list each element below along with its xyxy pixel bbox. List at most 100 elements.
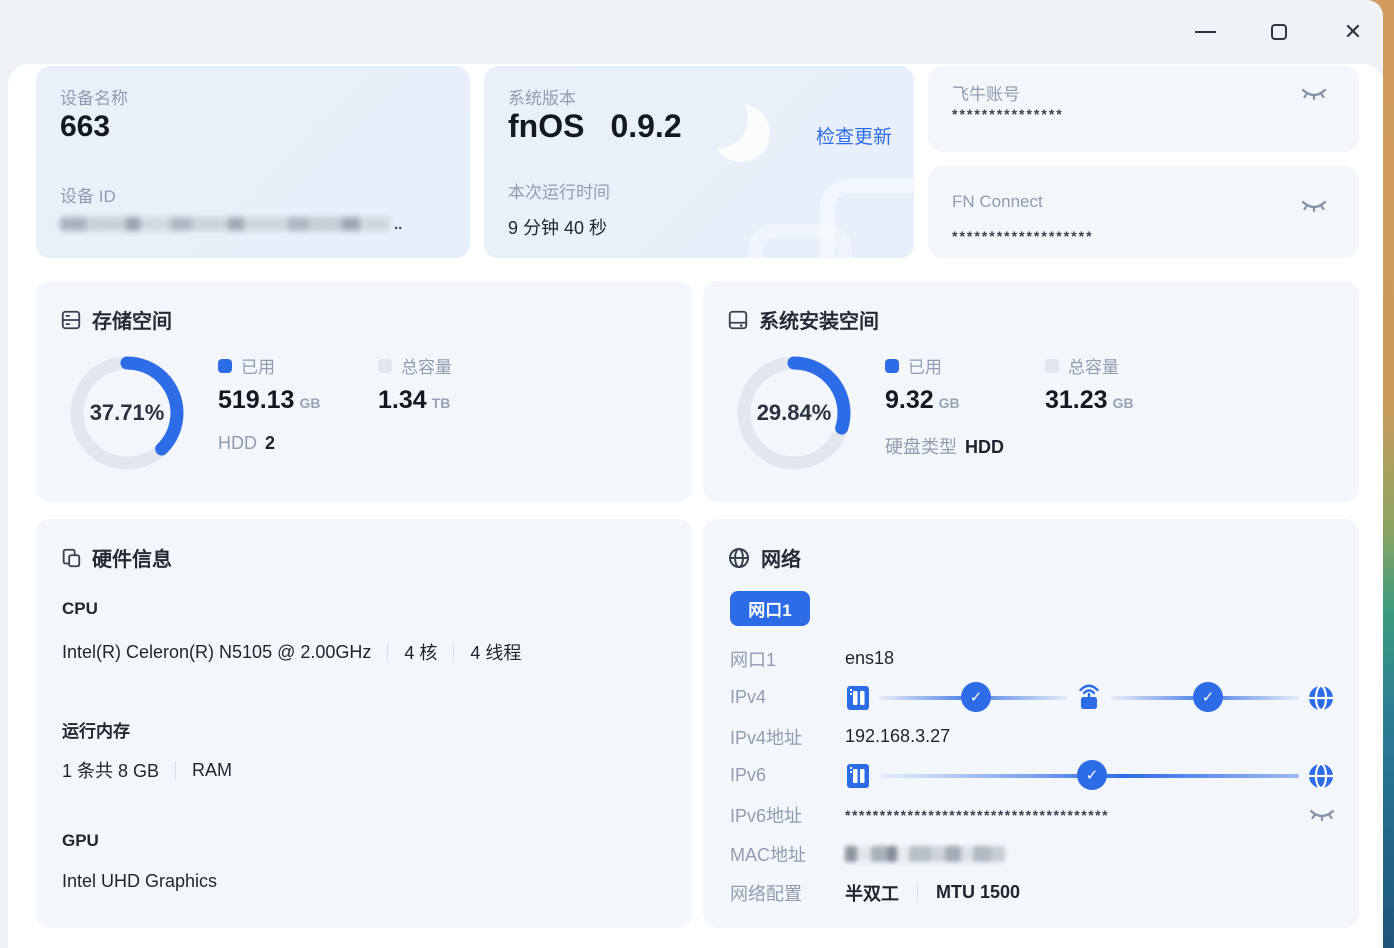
used-legend-swatch <box>885 358 899 373</box>
mac-address-row: MAC地址 <box>730 834 1335 873</box>
network-card: 网络 网口1 网口1 ens18 IPv4 ✓ ✓ IPv4地址 192.168… <box>703 519 1359 928</box>
system-install-card: 系统安装空间 29.84% 已用 9.32 GB 总容量 31.23 GB 硬盘类型… <box>703 281 1359 502</box>
ipv6-address-label: IPv6地址 <box>730 805 803 826</box>
ipv6-label: IPv6 <box>730 765 767 785</box>
desktop: { "colors": { "accent": "#2c6ce6", "labe… <box>0 0 1394 948</box>
internet-globe-icon <box>1309 762 1333 789</box>
uptime-label: 本次运行时间 <box>508 183 610 202</box>
device-id-suffix: .. <box>394 215 403 233</box>
total-unit: TB <box>431 395 451 411</box>
eye-closed-icon[interactable] <box>1301 196 1327 216</box>
feiniu-account-masked-value: *************** <box>952 106 1064 122</box>
router-icon <box>1079 684 1099 709</box>
storage-disk-count: HDD 2 <box>218 433 275 454</box>
close-button[interactable]: ✕ <box>1341 20 1365 44</box>
os-version: 0.9.2 <box>610 108 682 144</box>
ram-size: 1 条共 8 GB <box>62 761 160 781</box>
mac-address-label: MAC地址 <box>730 844 806 865</box>
storage-percent: 37.71% <box>89 400 165 425</box>
content-panel: 设备名称 663 设备 ID .. 系统版本 fnOS 0.9.2 检查更新 本次… <box>8 64 1383 948</box>
fnos-system-window: ✕ 设备名称 663 设备 ID .. 系统版本 fnOS 0.9.2 检查更新 <box>0 0 1383 948</box>
device-id-value-redacted: .. <box>60 214 402 234</box>
check-update-link[interactable]: 检查更新 <box>816 122 892 149</box>
moon-decoration-cut <box>690 90 748 148</box>
globe-icon <box>729 547 749 568</box>
cpu-cores: 4 核 <box>404 643 438 663</box>
ram-type: RAM <box>192 759 233 780</box>
port-value: ens18 <box>845 648 895 668</box>
hardware-info-card: 硬件信息 CPU Intel(R) Celeron(R) N5105 @ 2.0… <box>36 519 692 928</box>
cpu-section-label: CPU <box>62 599 98 618</box>
eye-closed-icon[interactable] <box>1309 805 1335 825</box>
uptime-value: 9 分钟 40 秒 <box>508 218 608 238</box>
device-name-value: 663 <box>60 110 111 143</box>
gpu-spec-line: Intel UHD Graphics <box>62 871 217 892</box>
used-unit: GB <box>938 395 960 411</box>
device-name-label: 设备名称 <box>60 89 128 108</box>
minimize-button[interactable] <box>1193 20 1217 44</box>
ipv4-connection-diagram: ✓ ✓ <box>845 678 1335 717</box>
used-value: 519.13 <box>218 386 295 414</box>
gpu-model: Intel UHD Graphics <box>62 871 218 891</box>
system-card-title: 系统安装空间 <box>759 311 879 333</box>
check-circle-icon: ✓ <box>961 682 991 712</box>
network-card-title: 网络 <box>761 549 801 571</box>
network-config-row: 网络配置 半双工 MTU 1500 <box>730 873 1335 912</box>
nas-device-icon <box>847 763 869 788</box>
system-total-legend: 总容量 31.23 GB <box>1045 353 1134 415</box>
minimize-icon <box>1194 31 1216 33</box>
feiniu-account-label: 飞牛账号 <box>952 85 1020 104</box>
used-value: 9.32 <box>885 386 934 414</box>
os-name: fnOS <box>508 108 585 144</box>
port-name-row: 网口1 ens18 <box>730 639 1335 678</box>
system-version-label: 系统版本 <box>508 89 576 108</box>
ipv6-connection-diagram: ✓ <box>845 756 1335 795</box>
check-circle-icon: ✓ <box>1077 760 1107 790</box>
device-id-label: 设备 ID <box>60 187 116 206</box>
title-bar: ✕ <box>0 0 1383 64</box>
divider <box>387 642 389 662</box>
check-circle-icon: ✓ <box>1193 682 1223 712</box>
disk-type-label: HDD <box>218 433 257 453</box>
cpu-spec-line: Intel(R) Celeron(R) N5105 @ 2.00GHz 4 核 … <box>62 639 521 665</box>
hardware-card-title: 硬件信息 <box>92 549 172 571</box>
ipv6-address-masked-value: ************************************** <box>845 806 1110 823</box>
disk-type-value: HDD <box>965 437 1004 457</box>
maximize-icon <box>1271 24 1287 40</box>
hardware-icon <box>62 548 81 567</box>
cpu-threads: 4 线程 <box>470 643 522 663</box>
nas-device-icon <box>847 685 869 710</box>
port-label: 网口1 <box>730 649 777 670</box>
total-value: 1.34 <box>378 386 427 414</box>
system-disk-icon <box>728 310 748 329</box>
ipv4-address-value: 192.168.3.27 <box>845 726 951 746</box>
system-version-value: fnOS 0.9.2 <box>508 108 682 145</box>
system-percent: 29.84% <box>756 400 832 425</box>
eye-closed-icon[interactable] <box>1301 84 1327 104</box>
gpu-section-label: GPU <box>62 831 99 850</box>
ipv4-status-row: IPv4 ✓ ✓ <box>730 678 1335 717</box>
storage-donut-chart: 37.71% <box>63 349 191 477</box>
square-decoration <box>748 224 852 258</box>
port1-tab-button[interactable]: 网口1 <box>730 591 810 626</box>
feiniu-account-card: 飞牛账号 *************** <box>928 66 1359 152</box>
total-label: 总容量 <box>401 358 452 377</box>
fn-connect-masked-value: ******************* <box>952 228 1094 244</box>
used-unit: GB <box>299 395 321 411</box>
maximize-button[interactable] <box>1267 20 1291 44</box>
system-version-card: 系统版本 fnOS 0.9.2 检查更新 本次运行时间 9 分钟 40 秒 <box>484 66 914 258</box>
disk-type-label: 硬盘类型 <box>885 437 957 457</box>
used-legend-swatch <box>218 358 232 373</box>
ipv6-status-row: IPv6 ✓ <box>730 756 1335 795</box>
divider <box>453 642 455 662</box>
total-legend-swatch <box>378 358 392 373</box>
storage-card-title: 存储空间 <box>92 311 172 333</box>
mtu-value: MTU 1500 <box>936 882 1021 902</box>
ipv4-address-label: IPv4地址 <box>730 727 803 748</box>
disk-count-value: 2 <box>265 433 276 453</box>
network-config-label: 网络配置 <box>730 883 802 904</box>
ram-spec-line: 1 条共 8 GB RAM <box>62 757 232 783</box>
duplex-value: 半双工 <box>845 883 899 904</box>
internet-globe-icon <box>1309 684 1333 711</box>
storage-total-legend: 总容量 1.34 TB <box>378 353 452 415</box>
